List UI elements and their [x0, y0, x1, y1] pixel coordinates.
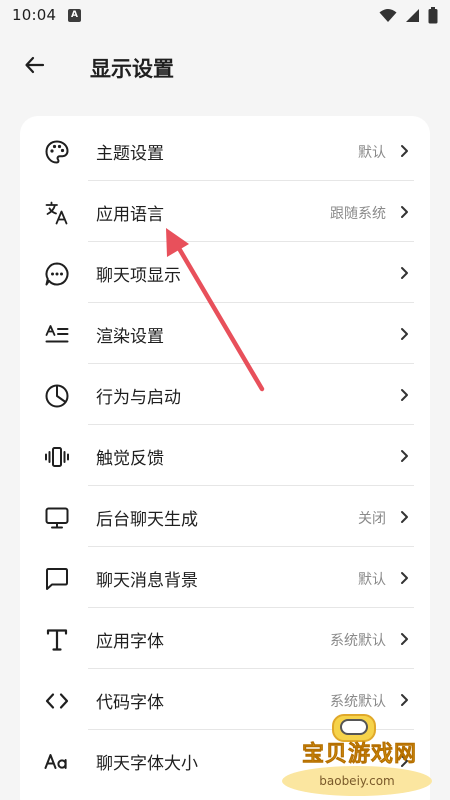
chevron-right-icon: [401, 450, 408, 462]
setting-row-background-chat[interactable]: 后台聊天生成 关闭: [20, 486, 430, 547]
page-title: 显示设置: [90, 57, 174, 81]
setting-row-theme[interactable]: 主题设置 默认: [20, 120, 430, 181]
render-lines-icon: [44, 322, 70, 348]
chevron-right-icon: [401, 511, 408, 523]
setting-value: 默认: [358, 145, 386, 161]
chevron-right-icon: [401, 694, 408, 706]
setting-row-haptics[interactable]: 触觉反馈: [20, 425, 430, 486]
setting-label: 主题设置: [96, 144, 164, 164]
setting-row-chat-background[interactable]: 聊天消息背景 默认: [20, 547, 430, 608]
monitor-icon: [44, 505, 70, 531]
setting-label: 渲染设置: [96, 327, 164, 347]
app-bar: 显示设置: [0, 34, 450, 98]
notification-a-icon: A: [68, 9, 81, 22]
setting-label: 聊天项显示: [96, 266, 181, 286]
message-square-icon: [44, 566, 70, 592]
status-time: 10:04: [12, 6, 57, 24]
chevron-right-icon: [401, 572, 408, 584]
chevron-right-icon: [401, 145, 408, 157]
watermark-title: 宝贝游戏网: [302, 742, 418, 768]
setting-row-behavior-startup[interactable]: 行为与启动: [20, 364, 430, 425]
font-size-aa-icon: [44, 749, 70, 775]
setting-label: 应用字体: [96, 632, 164, 652]
signal-icon: [405, 8, 420, 27]
setting-label: 代码字体: [96, 693, 164, 713]
back-button[interactable]: [20, 52, 50, 82]
gamepad-center: [340, 719, 368, 735]
translate-icon: [44, 200, 70, 226]
chevron-right-icon: [401, 267, 408, 279]
setting-value: 系统默认: [330, 633, 386, 649]
setting-value: 系统默认: [330, 694, 386, 710]
setting-row-app-language[interactable]: 应用语言 跟随系统: [20, 181, 430, 242]
chevron-right-icon: [401, 633, 408, 645]
setting-value: 默认: [358, 572, 386, 588]
setting-label: 聊天消息背景: [96, 571, 198, 591]
setting-label: 后台聊天生成: [96, 510, 198, 530]
setting-label: 应用语言: [96, 205, 164, 225]
chat-bubble-dots-icon: [44, 261, 70, 287]
setting-label: 聊天字体大小: [96, 754, 198, 774]
chevron-right-icon: [401, 328, 408, 340]
chevron-right-icon: [401, 389, 408, 401]
setting-row-app-font[interactable]: 应用字体 系统默认: [20, 608, 430, 669]
arrow-left-icon: [23, 53, 47, 81]
status-icons: [379, 7, 438, 28]
setting-label: 触觉反馈: [96, 449, 164, 469]
watermark-url: baobeiy.com: [282, 766, 432, 796]
wifi-icon: [379, 8, 397, 27]
setting-value: 跟随系统: [330, 206, 386, 222]
palette-icon: [44, 139, 70, 165]
setting-row-chat-item-display[interactable]: 聊天项显示: [20, 242, 430, 303]
setting-row-render[interactable]: 渲染设置: [20, 303, 430, 364]
text-t-icon: [44, 627, 70, 653]
vibration-icon: [44, 444, 70, 470]
chevron-right-icon: [401, 206, 408, 218]
pie-clock-icon: [44, 383, 70, 409]
watermark-logo: 宝贝游戏网 baobeiy.com: [282, 710, 432, 800]
setting-value: 关闭: [358, 511, 386, 527]
status-bar: 10:04 A: [0, 0, 450, 34]
setting-label: 行为与启动: [96, 388, 181, 408]
settings-card: 主题设置 默认 应用语言 跟随系统 聊天项显示 渲染设置 行为与启动 触觉反馈 …: [20, 116, 430, 800]
code-brackets-icon: [44, 688, 70, 714]
battery-icon: [428, 7, 438, 28]
